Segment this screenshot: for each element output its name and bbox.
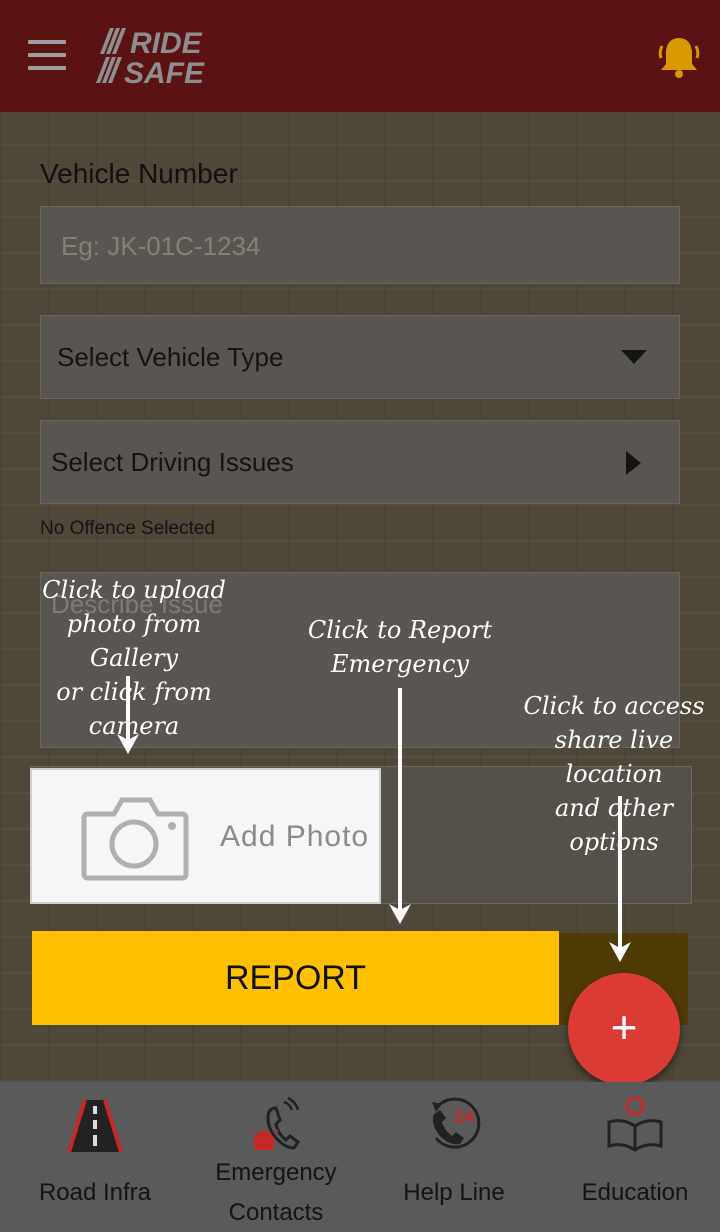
chevron-right-icon	[626, 451, 641, 475]
report-button[interactable]: REPORT	[32, 931, 559, 1025]
arrow-down-icon	[389, 688, 411, 924]
nav-emergency-label: Contacts	[228, 1199, 324, 1226]
nav-help-line-label: Help Line	[403, 1179, 505, 1206]
annotation-fab-line: Click to access	[523, 692, 705, 720]
nav-emergency-contacts[interactable]: Emergency Contacts	[186, 1082, 366, 1232]
add-photo-button[interactable]: Add Photo	[30, 768, 381, 904]
ridesafe-logo: RIDE SAFE	[96, 27, 205, 86]
chevron-down-icon	[621, 350, 647, 364]
nav-emergency-label: Emergency	[215, 1159, 337, 1186]
nav-help-line[interactable]: 24 Help Line	[364, 1082, 544, 1232]
vehicle-type-label: Select Vehicle Type	[57, 342, 284, 372]
helpline-24-icon: 24	[432, 1097, 481, 1149]
app-header: RIDE SAFE	[0, 0, 720, 112]
bottom-navigation: Road Infra Emergency Contacts 24 Help Li…	[0, 1082, 720, 1232]
menu-icon[interactable]	[28, 40, 68, 70]
annotation-report-line: Emergency	[331, 650, 469, 678]
options-fab[interactable]: +	[568, 973, 680, 1085]
annotation-fab-line: share live location	[554, 726, 674, 788]
bell-icon[interactable]	[656, 34, 702, 80]
vehicle-number-input[interactable]: Eg: JK-01C-1234	[40, 206, 680, 284]
annotation-report: Click to Report Emergency	[300, 613, 500, 681]
camera-icon	[81, 797, 189, 881]
vehicle-number-placeholder: Eg: JK-01C-1234	[61, 231, 261, 261]
annotation-photo-line: Click to upload	[42, 576, 226, 604]
annotation-photo-line: photo from Gallery	[66, 610, 202, 672]
logo-safe: SAFE	[124, 57, 205, 86]
nav-road-infra-label: Road Infra	[38, 1179, 152, 1206]
driving-issues-label: Select Driving Issues	[51, 447, 294, 477]
arrow-down-icon	[609, 796, 631, 962]
annotation-report-line: Click to Report	[307, 616, 493, 644]
driving-issues-select[interactable]: Select Driving Issues	[40, 420, 680, 504]
add-photo-label: Add Photo	[220, 820, 370, 853]
vehicle-number-label: Vehicle Number	[40, 158, 238, 189]
no-offence-text: No Offence Selected	[40, 518, 215, 539]
vehicle-type-select[interactable]: Select Vehicle Type	[40, 315, 680, 399]
education-icon	[607, 1096, 663, 1152]
road-icon	[67, 1099, 123, 1153]
nav-education[interactable]: Education	[545, 1082, 720, 1232]
plus-icon: +	[610, 1001, 638, 1053]
nav-road-infra[interactable]: Road Infra	[5, 1082, 185, 1232]
logo-ride: RIDE	[130, 27, 203, 60]
emergency-contacts-icon	[249, 1096, 301, 1150]
arrow-down-icon	[117, 676, 139, 754]
nav-education-label: Education	[581, 1179, 689, 1206]
report-label: REPORT	[224, 959, 367, 997]
helpline-24-badge: 24	[455, 1107, 474, 1126]
